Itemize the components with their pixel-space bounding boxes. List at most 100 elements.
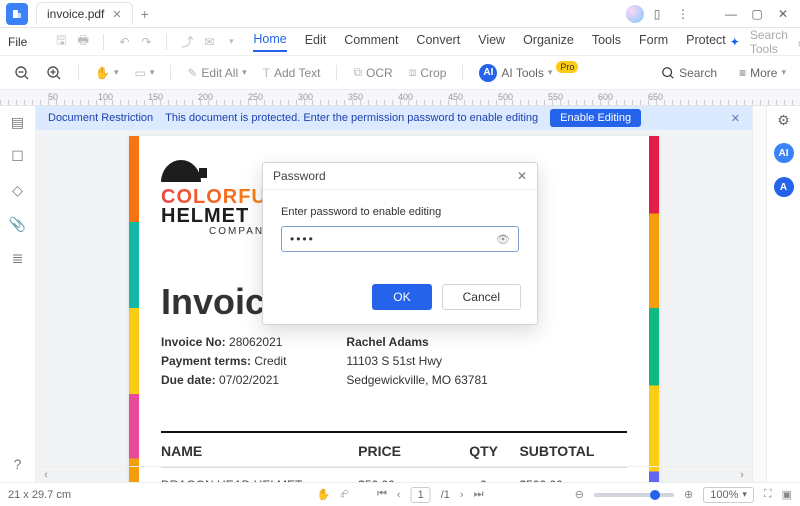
zoom-in-button[interactable] <box>40 61 68 85</box>
last-page-icon[interactable]: ⏭ <box>474 488 484 501</box>
document-tab[interactable]: invoice.pdf ✕ <box>36 2 133 25</box>
undo-icon[interactable]: ↶ <box>116 35 132 49</box>
ai-icon: AI <box>479 64 497 82</box>
crop-tool[interactable]: ⧈ Crop <box>403 61 453 84</box>
restriction-title: Document Restriction <box>48 112 153 124</box>
zoom-in-sm-icon[interactable]: ⊕ <box>684 488 693 501</box>
dialog-close-icon[interactable]: ✕ <box>517 169 527 183</box>
th-subtotal: SUBTOTAL <box>519 443 627 459</box>
search-tools[interactable]: Search Tools <box>750 28 788 56</box>
dialog-label: Enter password to enable editing <box>281 206 519 218</box>
close-icon[interactable]: ✕ <box>776 7 790 21</box>
tab-organize[interactable]: Organize <box>523 33 574 51</box>
horizontal-scroll[interactable]: ‹ › <box>36 466 752 482</box>
select-icon[interactable]: ⮳ <box>340 488 349 501</box>
redo-icon[interactable]: ↷ <box>138 35 154 49</box>
password-input[interactable]: •••• 👁 <box>281 226 519 252</box>
invoice-meta-right: Rachel Adams 11103 S 51st Hwy Sedgewickv… <box>346 333 487 391</box>
hand-icon[interactable]: ✋ <box>317 488 331 501</box>
decor-stripe-right <box>649 136 659 482</box>
scroll-left-icon[interactable]: ‹ <box>36 469 56 481</box>
tab-tools[interactable]: Tools <box>592 33 621 51</box>
prev-page-icon[interactable]: ‹ <box>397 489 401 501</box>
statusbar: 21 x 29.7 cm ✋ ⮳ ⏮ ‹ 1 /1 › ⏭ ⊖ ⊕ 100% ▾… <box>0 482 800 506</box>
share-icon[interactable]: ⤴ <box>179 33 195 50</box>
password-dialog: Password ✕ Enter password to enable edit… <box>262 162 538 325</box>
page-dimensions: 21 x 29.7 cm <box>8 489 71 501</box>
tab-home[interactable]: Home <box>253 32 286 52</box>
ai-tools-button[interactable]: AI AI Tools▾ Pro <box>473 60 584 86</box>
th-name: NAME <box>161 443 358 459</box>
hand-tool[interactable]: ✋▾ <box>89 62 124 84</box>
zoom-slider[interactable] <box>594 493 674 497</box>
vertical-scroll[interactable] <box>752 106 766 482</box>
bookmark-icon[interactable]: ▯ <box>650 7 664 21</box>
next-page-icon[interactable]: › <box>460 489 464 501</box>
zoom-out-button[interactable] <box>8 61 36 85</box>
menu-tabs: Home Edit Comment Convert View Organize … <box>253 32 725 52</box>
tab-protect[interactable]: Protect <box>686 33 726 51</box>
fullscreen-icon[interactable]: ▣ <box>782 488 792 501</box>
thumbnails-icon[interactable]: ▤ <box>10 114 26 130</box>
dialog-title: Password <box>273 169 326 183</box>
ai-badge2-icon[interactable]: A <box>774 177 794 197</box>
maximize-icon[interactable]: ▢ <box>750 7 764 21</box>
th-price: PRICE <box>358 443 448 459</box>
print-icon[interactable]: 🖶 <box>75 31 91 52</box>
tab-convert[interactable]: Convert <box>416 33 460 51</box>
ai-badge-icon[interactable]: AI <box>774 143 794 163</box>
mail-icon[interactable]: ✉ <box>201 35 217 49</box>
enable-editing-button[interactable]: Enable Editing <box>550 109 641 127</box>
decor-stripe-left <box>129 136 139 482</box>
add-text-tool[interactable]: T Add Text <box>257 62 327 84</box>
help-icon[interactable]: ? <box>10 456 26 472</box>
shape-tool[interactable]: ▭▾ <box>128 62 160 84</box>
save-icon[interactable]: 🖫 <box>53 31 69 52</box>
menubar: File 🖫 🖶 ↶ ↷ ⤴ ✉ ▾ Home Edit Comment Con… <box>0 28 800 56</box>
ruler: 50 100 150 200 250 300 350 400 450 500 5… <box>0 90 800 106</box>
ai-star-icon[interactable]: ✦ <box>730 35 740 49</box>
toolbar: ✋▾ ▭▾ ✎ Edit All▾ T Add Text ⧉ OCR ⧈ Cro… <box>0 56 800 90</box>
left-sidebar: ▤ ☐ ◇ 📎 ≣ ? <box>0 106 36 482</box>
caret-icon[interactable]: ▾ <box>223 36 239 47</box>
app-logo <box>6 3 28 25</box>
zoom-out-sm-icon[interactable]: ⊖ <box>575 488 584 501</box>
file-menu[interactable]: File <box>8 35 27 49</box>
minimize-icon[interactable]: ― <box>724 7 738 21</box>
tab-comment[interactable]: Comment <box>344 33 398 51</box>
kebab-icon[interactable]: ⋮ <box>676 7 690 21</box>
page-input[interactable]: 1 <box>411 487 431 503</box>
titlebar: invoice.pdf ✕ + ▯ ⋮ ― ▢ ✕ <box>0 0 800 28</box>
new-tab-button[interactable]: + <box>141 6 149 22</box>
restriction-msg: This document is protected. Enter the pe… <box>165 112 538 124</box>
bookmarks-icon[interactable]: ☐ <box>10 148 26 164</box>
first-page-icon[interactable]: ⏮ <box>377 488 387 501</box>
tab-label: invoice.pdf <box>47 7 104 21</box>
th-qty: QTY <box>448 443 520 459</box>
comments-icon[interactable]: ◇ <box>10 182 26 198</box>
zoom-value[interactable]: 100% ▾ <box>703 487 754 503</box>
layers-icon[interactable]: ≣ <box>10 250 26 266</box>
search-button[interactable]: Search <box>655 62 723 84</box>
ocr-tool[interactable]: ⧉ OCR <box>347 61 398 84</box>
right-sidebar: ⚙ AI A <box>766 106 800 482</box>
sliders-icon[interactable]: ⚙ <box>777 112 790 129</box>
tab-view[interactable]: View <box>478 33 505 51</box>
pro-badge: Pro <box>556 61 578 73</box>
reveal-password-icon[interactable]: 👁 <box>496 233 510 246</box>
tab-form[interactable]: Form <box>639 33 668 51</box>
fit-page-icon[interactable]: ⛶ <box>764 488 772 501</box>
scroll-right-icon[interactable]: › <box>732 469 752 481</box>
close-tab-icon[interactable]: ✕ <box>112 8 121 21</box>
edit-all-tool[interactable]: ✎ Edit All▾ <box>181 62 252 84</box>
cancel-button[interactable]: Cancel <box>442 284 521 310</box>
tab-edit[interactable]: Edit <box>305 33 327 51</box>
ok-button[interactable]: OK <box>372 284 431 310</box>
attachments-icon[interactable]: 📎 <box>10 216 26 232</box>
helmet-icon <box>161 160 201 182</box>
user-avatar[interactable] <box>626 5 644 23</box>
more-button[interactable]: ≡ More▾ <box>733 62 792 84</box>
page-total: /1 <box>441 489 450 501</box>
banner-close-icon[interactable]: ✕ <box>731 112 740 125</box>
restriction-banner: Document Restriction This document is pr… <box>36 106 752 130</box>
